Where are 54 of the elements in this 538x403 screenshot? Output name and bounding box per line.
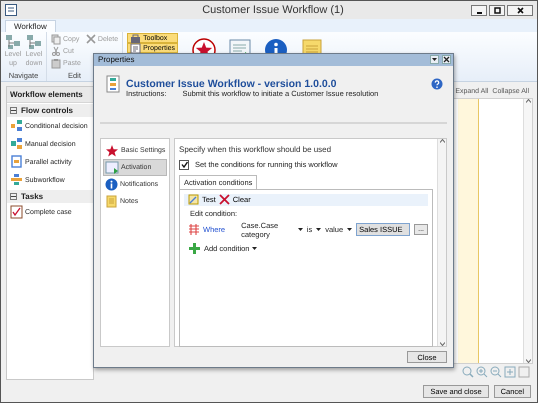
ribbon-tab[interactable]: Workflow <box>5 20 56 32</box>
scroll-up-icon[interactable] <box>526 99 530 103</box>
scroll-down-icon[interactable] <box>440 342 444 346</box>
caret-icon[interactable] <box>298 228 303 232</box>
close-icon[interactable] <box>516 6 524 14</box>
document-icon <box>105 160 119 174</box>
caret-icon <box>432 58 437 62</box>
dropdown-button[interactable] <box>430 55 439 64</box>
checklist-icon <box>10 205 23 219</box>
delete-icon <box>86 34 96 45</box>
caret-icon[interactable] <box>316 228 322 232</box>
info-icon <box>105 178 118 191</box>
group-header: Tasks <box>21 192 44 201</box>
workflow-icon <box>106 74 120 93</box>
clipboard-icon <box>51 58 61 69</box>
close-button[interactable] <box>442 55 451 64</box>
toolbox-icon <box>130 32 142 44</box>
collapse-toggle[interactable] <box>10 193 17 200</box>
prompt-text: Specify when this workflow should be used <box>179 144 332 154</box>
loop-icon <box>10 155 23 169</box>
close-button[interactable] <box>507 4 533 16</box>
maximize-icon[interactable] <box>494 6 500 14</box>
scissors-icon <box>51 46 61 57</box>
app-icon <box>5 4 17 16</box>
clear-icon <box>218 194 230 206</box>
window-title: Customer Issue Workflow (1) <box>201 4 345 16</box>
scroll-down-icon[interactable] <box>526 359 530 363</box>
flow-icon <box>10 173 23 187</box>
scrollbar[interactable] <box>523 99 532 363</box>
minimize-button[interactable] <box>471 4 487 16</box>
panel-header: Workflow elements <box>7 87 93 103</box>
properties-icon <box>130 42 142 54</box>
wand-icon <box>188 194 199 206</box>
scroll-up-icon[interactable] <box>440 138 444 143</box>
minus-icon <box>11 108 16 113</box>
flow-icon <box>10 119 23 133</box>
close-icon <box>443 56 450 64</box>
minus-icon <box>11 194 16 199</box>
plus-icon[interactable] <box>188 242 201 255</box>
flow-icon <box>10 137 23 151</box>
copy-icon <box>51 34 61 45</box>
remove-condition-icon[interactable] <box>188 224 199 236</box>
dialog-heading: Customer Issue Workflow - version 1.0.0.0 <box>126 78 338 90</box>
notes-icon <box>105 194 118 208</box>
dialog-title: Properties <box>98 55 136 64</box>
maximize-button[interactable] <box>489 4 505 16</box>
scrollbar[interactable] <box>437 138 446 346</box>
star-icon <box>105 144 119 157</box>
caret-icon[interactable] <box>252 246 258 250</box>
collapse-toggle[interactable] <box>10 107 17 114</box>
group-header: Flow controls <box>21 106 73 115</box>
checkbox[interactable] <box>179 160 189 170</box>
help-icon[interactable] <box>431 78 443 90</box>
caret-icon[interactable] <box>347 228 352 232</box>
